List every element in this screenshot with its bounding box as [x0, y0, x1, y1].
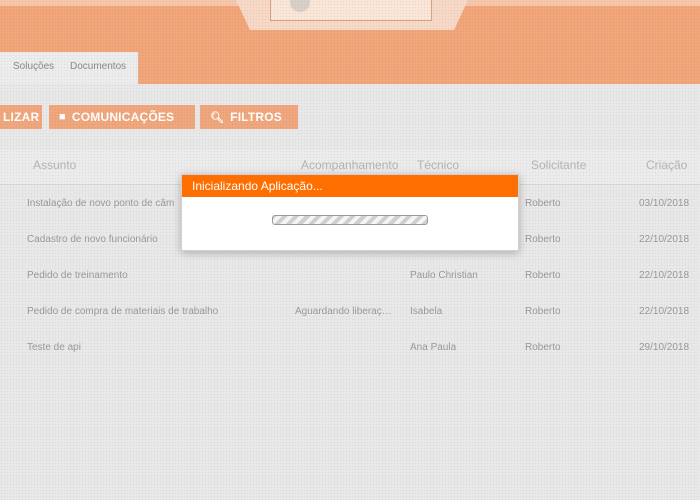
cell-assunto: Teste de api [27, 342, 81, 353]
tab-documentos[interactable]: Documentos [70, 61, 126, 72]
column-header-tecnico[interactable]: Técnico [417, 158, 459, 172]
column-header-solicitante[interactable]: Solicitante [531, 158, 586, 172]
cell-solicitante: Roberto [525, 342, 561, 353]
cell-tecnico: Ana Paula [410, 342, 457, 353]
cell-assunto: Pedido de treinamento [27, 270, 128, 281]
cell-tecnico: Isabela [410, 306, 443, 317]
cell-solicitante: Roberto [525, 270, 561, 281]
column-header-criacao[interactable]: Criação [646, 158, 687, 172]
loading-dialog: Inicializando Aplicação... [181, 174, 519, 251]
cell-assunto: Instalação de novo ponto de câm [27, 198, 175, 209]
comunicacoes-button-label: COMUNICAÇÕES [71, 110, 175, 124]
cell-criacao: 03/10/2018 [639, 198, 690, 209]
cell-solicitante: Roberto [525, 234, 561, 245]
cell-criacao: 22/10/2018 [639, 270, 690, 281]
cell-assunto: Cadastro de novo funcionário [27, 234, 158, 245]
search-icon: 🔍︎ [210, 111, 225, 124]
cell-tecnico: Paulo Christian [410, 270, 478, 281]
cell-acompanhamento: Aguardando liberaç… [295, 306, 392, 317]
comunicacoes-button[interactable]: ■ COMUNICAÇÕES [49, 105, 195, 129]
loading-dialog-title: Inicializando Aplicação... [182, 175, 518, 197]
filtros-button[interactable]: 🔍︎ FILTROS [200, 105, 298, 129]
atualizar-button[interactable]: LIZAR [0, 105, 42, 129]
tab-solucoes[interactable]: Soluções [13, 61, 54, 72]
cell-criacao: 29/10/2018 [639, 342, 690, 353]
cell-solicitante: Roberto [525, 198, 561, 209]
loading-progress-bar [272, 215, 428, 225]
cell-criacao: 22/10/2018 [639, 306, 690, 317]
column-header-assunto[interactable]: Assunto [33, 158, 76, 172]
cell-assunto: Pedido de compra de materiais de trabalh… [27, 306, 219, 317]
atualizar-button-label: LIZAR [3, 110, 40, 124]
filtros-button-label: FILTROS [230, 110, 283, 124]
chat-icon: ■ [59, 111, 66, 123]
cell-criacao: 22/10/2018 [639, 234, 690, 245]
cell-solicitante: Roberto [525, 306, 561, 317]
column-header-acompanhamento[interactable]: Acompanhamento [301, 158, 398, 172]
